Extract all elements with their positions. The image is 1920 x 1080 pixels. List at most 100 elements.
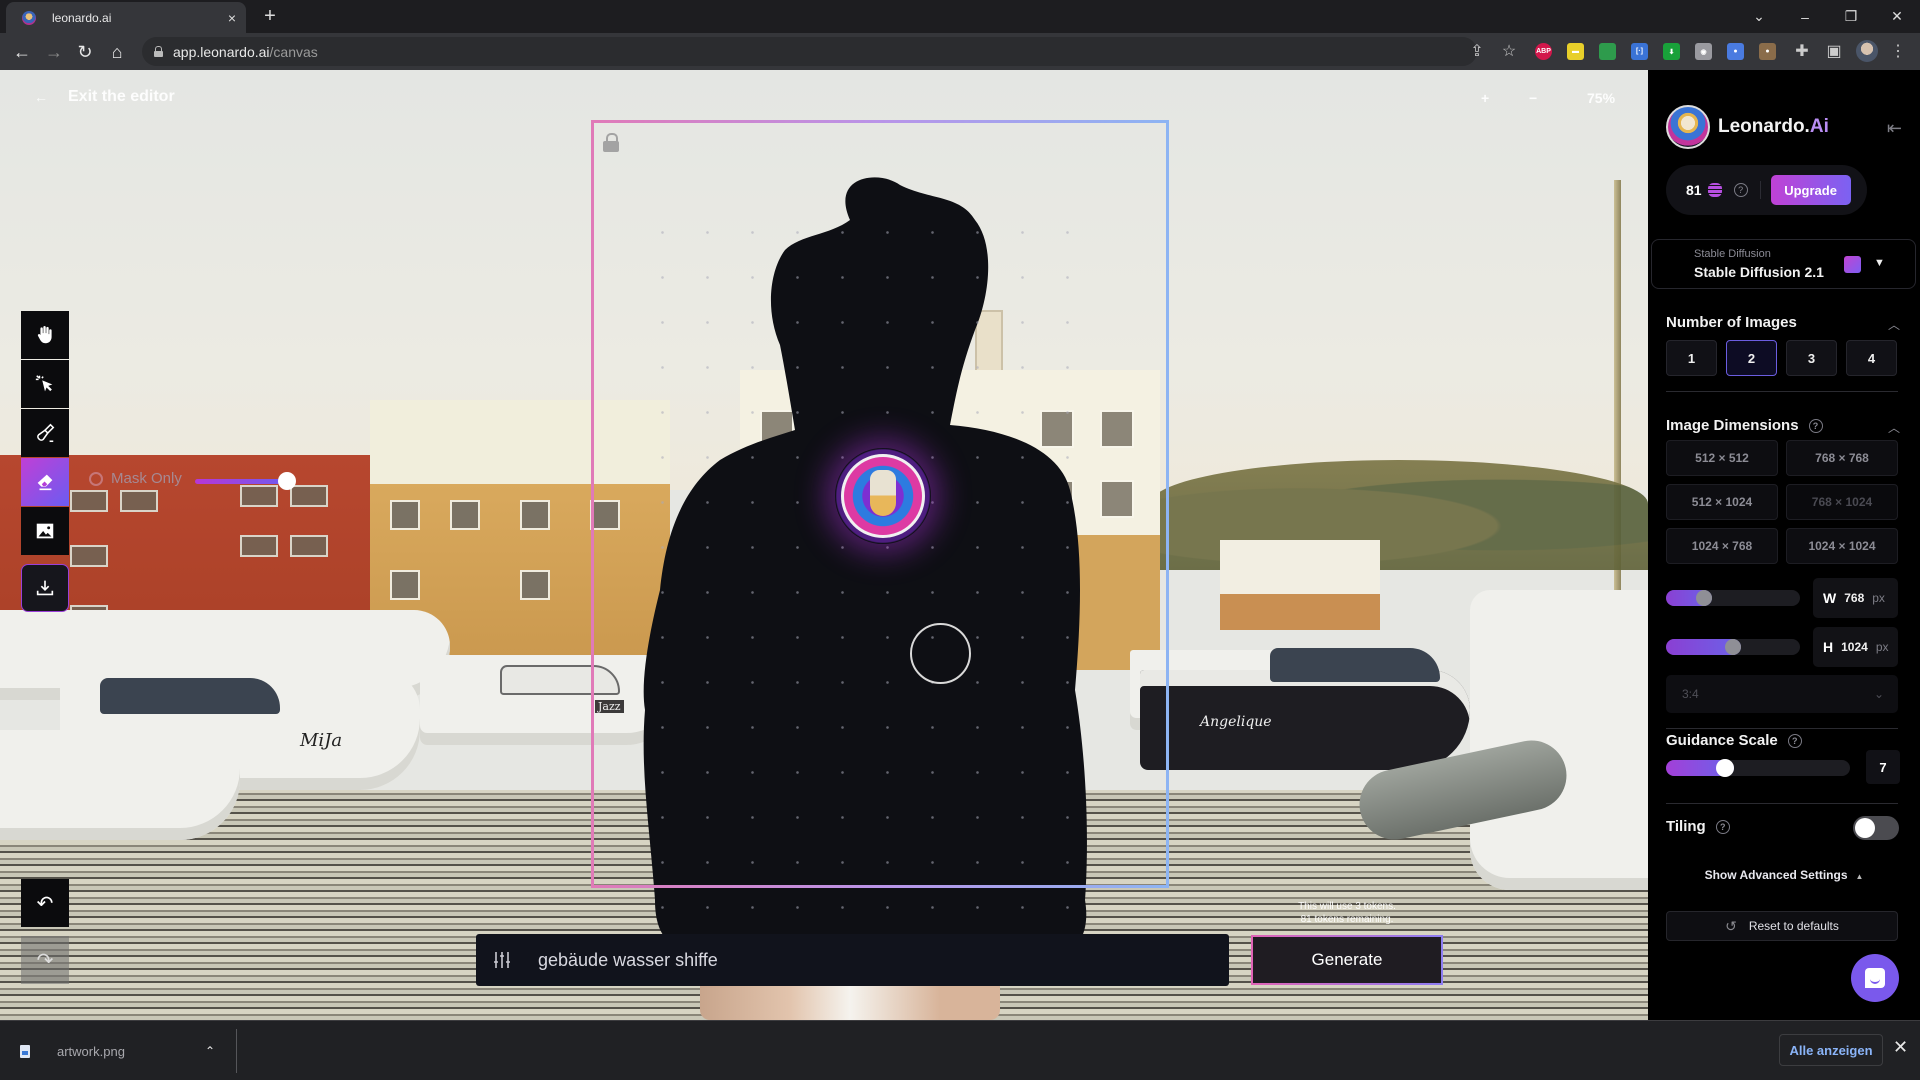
mask-only-radio[interactable] bbox=[89, 471, 103, 486]
zoom-level[interactable]: 75% bbox=[1587, 90, 1615, 106]
tab-search-icon[interactable]: ⌄ bbox=[1736, 0, 1782, 33]
extension-cookie-icon[interactable]: ● bbox=[1759, 43, 1776, 60]
upgrade-button[interactable]: Upgrade bbox=[1770, 175, 1851, 205]
chevron-down-icon: ⌄ bbox=[1873, 687, 1884, 701]
forward-button[interactable]: → bbox=[41, 39, 67, 65]
model-select[interactable]: Stable Diffusion Stable Diffusion 2.1 ▼ bbox=[1651, 239, 1916, 289]
extension-camera-icon[interactable]: ◉ bbox=[1695, 43, 1712, 60]
dimension-presets: 512 × 512 768 × 768 512 × 1024 768 × 102… bbox=[1666, 440, 1898, 564]
height-field[interactable]: H 1024 px bbox=[1813, 627, 1898, 667]
dimension-option[interactable]: 512 × 1024 bbox=[1666, 484, 1778, 520]
download-tool-button[interactable] bbox=[21, 564, 69, 612]
width-axis-label: W bbox=[1823, 590, 1837, 606]
browser-menu-icon[interactable]: ⋮ bbox=[1888, 41, 1908, 61]
brush-size-slider-thumb[interactable] bbox=[278, 472, 296, 490]
adblock-plus-icon[interactable]: ABP bbox=[1535, 43, 1552, 60]
dimension-option[interactable]: 768 × 768 bbox=[1786, 440, 1898, 476]
restore-button[interactable]: ❐ bbox=[1828, 0, 1874, 33]
extension-globe-icon[interactable]: ● bbox=[1727, 43, 1744, 60]
editor-canvas[interactable]: MiJa Jazz Angelique ← Exit the editor + … bbox=[0, 70, 1648, 1020]
prompt-settings-button[interactable] bbox=[476, 934, 528, 986]
download-item[interactable]: artwork.png ⌃ bbox=[20, 1033, 235, 1069]
chevron-up-icon[interactable]: ⌃ bbox=[205, 1044, 215, 1058]
dimension-option[interactable]: 1024 × 768 bbox=[1666, 528, 1778, 564]
height-slider[interactable] bbox=[1666, 639, 1800, 655]
extension-download-icon[interactable]: ⬇ bbox=[1663, 43, 1680, 60]
tiling-title: Tiling ? bbox=[1666, 818, 1730, 835]
tiling-toggle[interactable] bbox=[1853, 816, 1899, 840]
leonardo-logo-sticker bbox=[835, 448, 931, 544]
browser-tab[interactable]: leonardo.ai × bbox=[6, 2, 246, 33]
width-slider-thumb[interactable] bbox=[1695, 590, 1712, 606]
close-downloads-bar-icon[interactable]: ✕ bbox=[1893, 1037, 1908, 1058]
new-tab-button[interactable]: + bbox=[258, 4, 282, 28]
address-bar[interactable]: app.leonardo.ai/canvas ⇪ ☆ bbox=[142, 37, 1516, 66]
height-slider-thumb[interactable] bbox=[1725, 639, 1741, 655]
exit-editor-button[interactable]: ← Exit the editor bbox=[34, 88, 175, 106]
prompt-input[interactable] bbox=[528, 934, 1229, 986]
dimension-option[interactable]: 1024 × 1024 bbox=[1786, 528, 1898, 564]
extension-tag-icon[interactable]: [·] bbox=[1631, 43, 1648, 60]
num-images-option[interactable]: 3 bbox=[1786, 340, 1837, 376]
width-slider[interactable] bbox=[1666, 590, 1800, 606]
redo-button[interactable]: ↷ bbox=[21, 936, 69, 984]
num-images-option[interactable]: 4 bbox=[1846, 340, 1897, 376]
extensions-puzzle-icon[interactable]: ✚ bbox=[1792, 41, 1812, 61]
back-button[interactable]: ← bbox=[9, 39, 35, 65]
zoom-out-button[interactable]: − bbox=[1529, 90, 1537, 106]
reload-button[interactable]: ↻ bbox=[72, 39, 98, 65]
prompt-bar bbox=[476, 934, 1229, 986]
guidance-slider-thumb[interactable] bbox=[1715, 759, 1734, 777]
boat-name-label: Angelique bbox=[1200, 714, 1272, 730]
credits-pill: 81 ? Upgrade bbox=[1666, 165, 1867, 215]
zoom-in-button[interactable]: + bbox=[1481, 90, 1489, 106]
help-icon[interactable]: ? bbox=[1787, 733, 1802, 748]
aspect-ratio-value: 3:4 bbox=[1682, 687, 1699, 701]
help-icon[interactable]: ? bbox=[1733, 183, 1748, 197]
chevron-up-icon[interactable]: ︿ bbox=[1888, 316, 1900, 333]
extension-yellow-icon[interactable]: ▬ bbox=[1567, 43, 1584, 60]
draw-mask-tool-button[interactable] bbox=[21, 409, 69, 457]
generate-button[interactable]: Generate bbox=[1251, 935, 1443, 985]
help-icon[interactable]: ? bbox=[1808, 418, 1823, 433]
divider bbox=[1666, 728, 1898, 729]
width-field[interactable]: W 768 px bbox=[1813, 578, 1898, 618]
pan-tool-button[interactable] bbox=[21, 311, 69, 359]
extension-rainbow-icon[interactable] bbox=[1599, 43, 1616, 60]
guidance-scale-value[interactable]: 7 bbox=[1866, 750, 1900, 784]
close-window-button[interactable]: ✕ bbox=[1874, 0, 1920, 33]
share-icon[interactable]: ⇪ bbox=[1467, 41, 1487, 61]
bookmark-star-icon[interactable]: ☆ bbox=[1499, 41, 1519, 61]
undo-button[interactable]: ↶ bbox=[21, 879, 69, 927]
dimension-option-disabled[interactable]: 768 × 1024 bbox=[1786, 484, 1898, 520]
aspect-ratio-select[interactable]: 3:4 ⌄ bbox=[1666, 675, 1898, 713]
browser-toolbar: ← → ↻ ⌂ app.leonardo.ai/canvas ⇪ ☆ ABP ▬ [… bbox=[0, 33, 1920, 70]
home-button[interactable]: ⌂ bbox=[104, 39, 130, 65]
url-host: app.leonardo.ai bbox=[173, 43, 270, 60]
support-chat-button[interactable] bbox=[1851, 954, 1899, 1002]
dimension-option[interactable]: 512 × 512 bbox=[1666, 440, 1778, 476]
upload-image-tool-button[interactable] bbox=[21, 507, 69, 555]
show-all-downloads-button[interactable]: Alle anzeigen bbox=[1779, 1034, 1883, 1066]
paintbrush-icon bbox=[37, 423, 55, 443]
num-images-option[interactable]: 1 bbox=[1666, 340, 1717, 376]
side-panel-icon[interactable]: ▣ bbox=[1824, 41, 1844, 61]
lock-icon[interactable] bbox=[603, 133, 619, 152]
num-images-option-selected[interactable]: 2 bbox=[1726, 340, 1777, 376]
help-icon[interactable]: ? bbox=[1715, 819, 1730, 834]
downloads-bar: artwork.png ⌃ Alle anzeigen ✕ bbox=[0, 1020, 1920, 1080]
pointer-click-icon bbox=[35, 375, 53, 392]
erase-tool-button[interactable] bbox=[21, 458, 69, 506]
mask-only-option[interactable]: Mask Only bbox=[89, 470, 182, 487]
tab-close-icon[interactable]: × bbox=[228, 10, 236, 26]
minimize-button[interactable]: – bbox=[1782, 0, 1828, 33]
collapse-panel-icon[interactable]: ⇤ bbox=[1887, 118, 1902, 139]
show-advanced-settings-button[interactable]: Show Advanced Settings ▲ bbox=[1648, 868, 1920, 882]
download-file-name: artwork.png bbox=[57, 1043, 125, 1059]
chevron-up-icon[interactable]: ︿ bbox=[1888, 419, 1900, 436]
eraser-icon bbox=[37, 474, 53, 491]
guidance-scale-slider[interactable] bbox=[1666, 759, 1850, 777]
reset-to-defaults-button[interactable]: ↺ Reset to defaults bbox=[1666, 911, 1898, 941]
profile-avatar[interactable] bbox=[1856, 40, 1878, 62]
select-tool-button[interactable] bbox=[21, 360, 69, 408]
